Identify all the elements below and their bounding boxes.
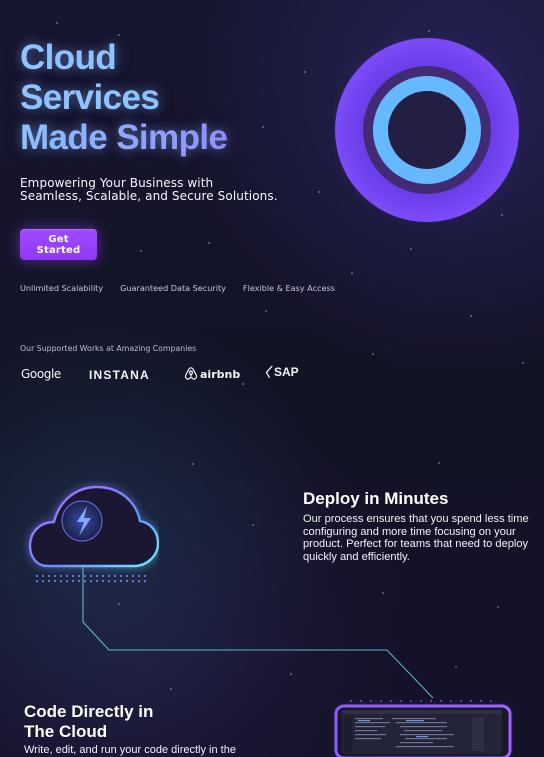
- cloud-orbit-ring-icon: [335, 38, 519, 222]
- hero-title-line-2: Services: [20, 78, 160, 117]
- feature-list: Unlimited Scalability Guaranteed Data Se…: [20, 283, 335, 293]
- hero-title: Cloud Services Made Simple: [20, 38, 260, 158]
- hero-title-line-3: Made Simple: [20, 118, 260, 158]
- sap-icon: [265, 365, 273, 378]
- get-started-button[interactable]: Get Started: [20, 229, 97, 260]
- lightning-cloud-icon: [27, 484, 159, 583]
- company-logos: Google INSTANA airbnb SAP: [21, 365, 301, 387]
- deploy-description-line-3: product. Perfect for teams that need to …: [303, 538, 529, 551]
- deploy-description-line-4: quickly and efficiently.: [303, 551, 410, 564]
- code-section-title: Code Directly in The Cloud: [24, 702, 153, 742]
- deploy-section-title: Deploy in Minutes: [303, 489, 449, 508]
- instana-logo-text: INSTANA: [89, 368, 150, 382]
- deploy-description-line-1: Our process ensures that you spend less …: [303, 513, 529, 525]
- sap-logo: SAP: [265, 365, 299, 379]
- code-section-description: Write, edit, and run your code directly …: [24, 744, 236, 756]
- google-logo-text: Google: [21, 367, 61, 381]
- companies-label: Our Supported Works at Amazing Companies: [20, 344, 197, 353]
- feature-unlimited-scalability: Unlimited Scalability: [20, 283, 104, 293]
- code-title-line-2: The Cloud: [24, 722, 108, 741]
- hero-subtitle-line-2: Seamless, Scalable, and Secure Solutions…: [20, 189, 278, 203]
- deploy-description-line-2: configuring and more time focusing on yo…: [303, 525, 516, 538]
- code-editor-icon: [334, 700, 512, 757]
- airbnb-logo-text: airbnb: [200, 367, 241, 381]
- hero-title-line-1: Cloud: [20, 38, 117, 77]
- sap-logo-text: SAP: [274, 365, 299, 379]
- google-logo: Google: [21, 367, 61, 381]
- deploy-section-description: Our process ensures that you spend less …: [303, 513, 538, 564]
- feature-guaranteed-data-security: Guaranteed Data Security: [120, 283, 226, 293]
- airbnb-icon: [184, 367, 198, 380]
- feature-flexible-easy-access: Flexible & Easy Access: [242, 283, 335, 293]
- code-title-line-1: Code Directly in: [24, 702, 154, 721]
- instana-logo: INSTANA: [89, 368, 150, 382]
- hero-subtitle: Empowering Your Business with Seamless, …: [20, 177, 280, 203]
- airbnb-logo: airbnb: [184, 366, 240, 382]
- landing-page: Cloud Services Made Simple Empowering Yo…: [0, 0, 544, 757]
